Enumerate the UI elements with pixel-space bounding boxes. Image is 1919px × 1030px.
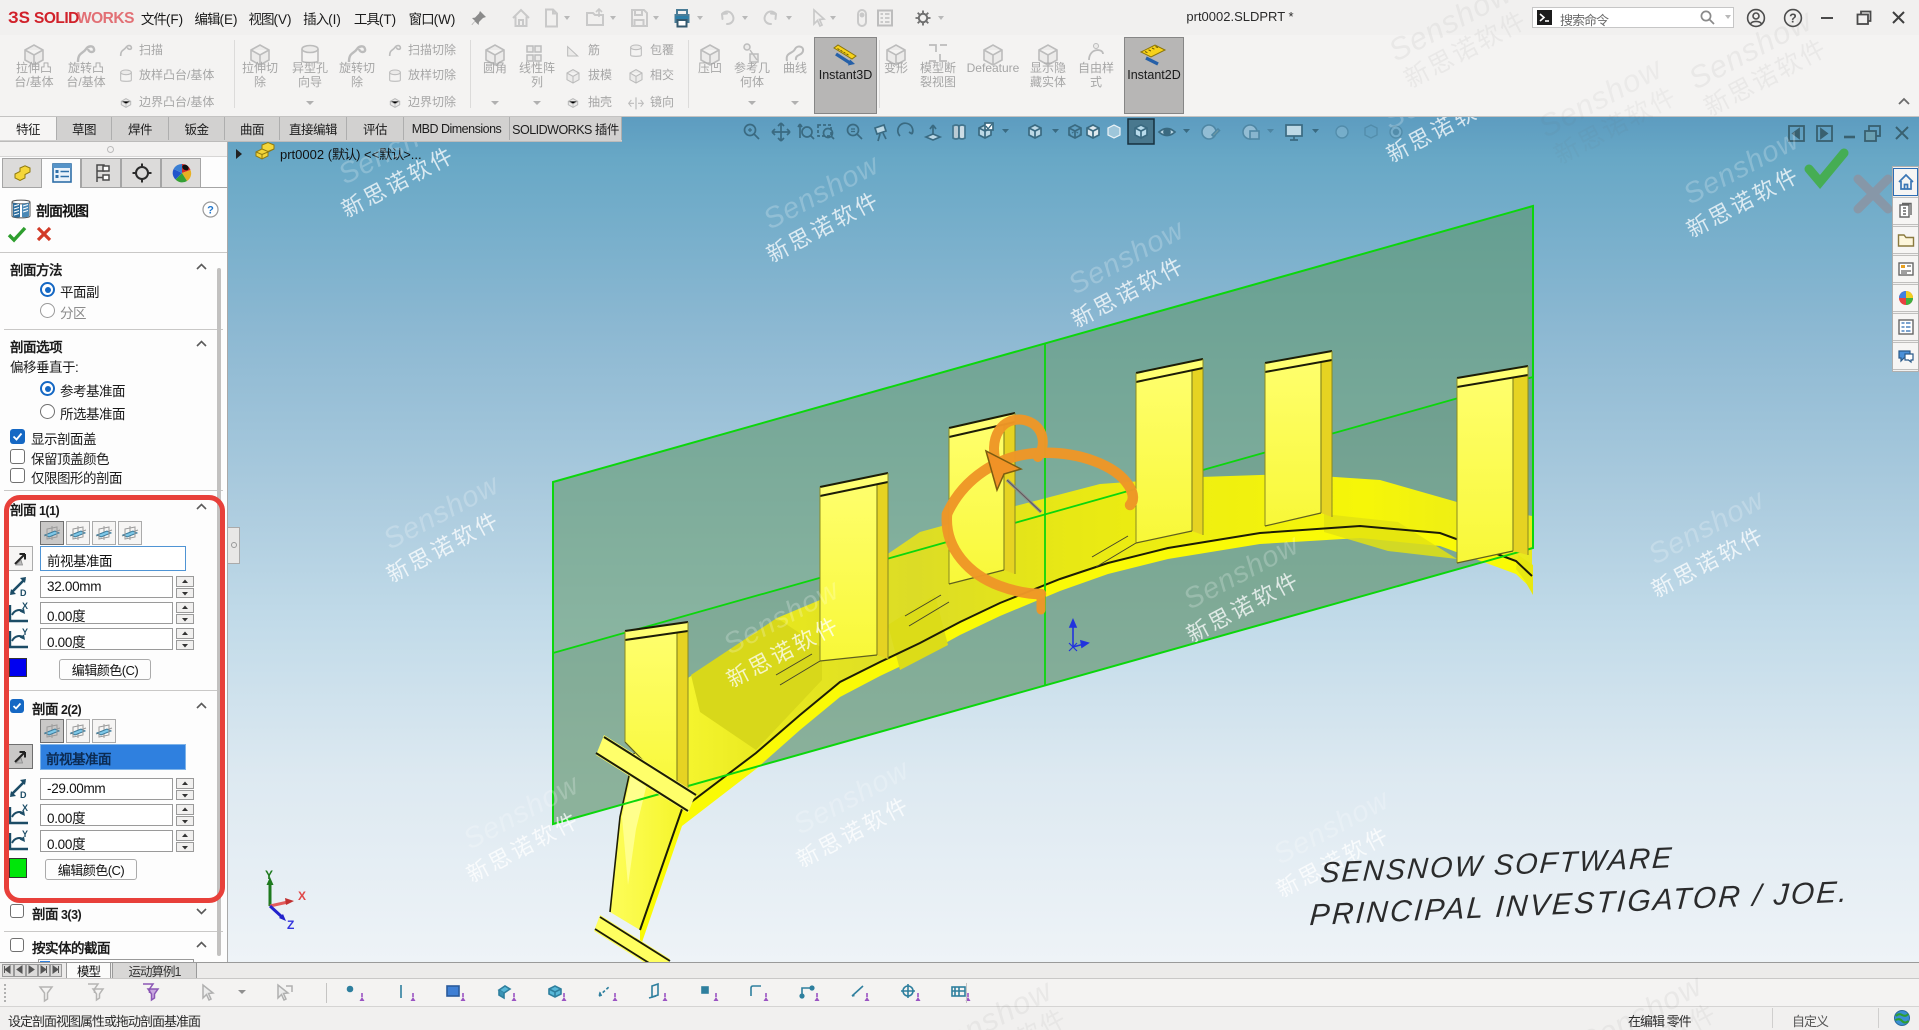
svg-text:Y: Y bbox=[265, 868, 273, 882]
svg-text:?: ? bbox=[1789, 12, 1797, 26]
svg-text:?: ? bbox=[207, 205, 214, 217]
svg-text:Z: Z bbox=[287, 918, 294, 932]
svg-text:SOLID: SOLID bbox=[34, 10, 79, 27]
svg-text:X: X bbox=[298, 889, 306, 903]
svg-text:WORKS: WORKS bbox=[77, 10, 134, 27]
svg-text:ЗS: ЗS bbox=[8, 8, 30, 27]
